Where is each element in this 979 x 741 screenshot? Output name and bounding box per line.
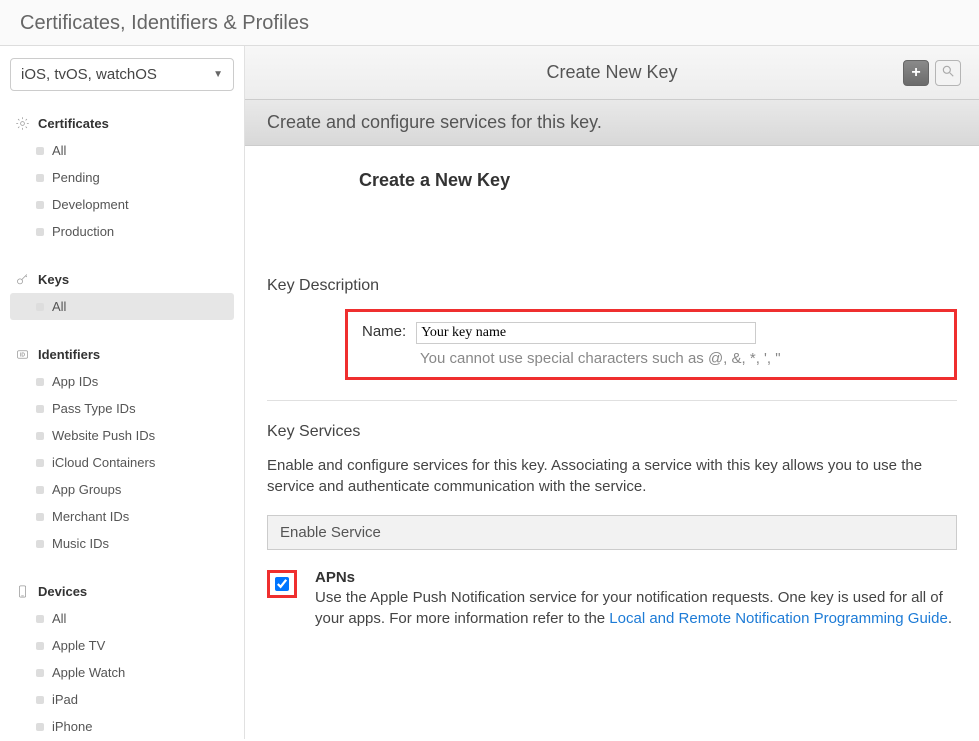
sidebar-item-app-ids[interactable]: App IDs [10,368,234,395]
main-title: Create New Key [546,62,677,83]
sidebar-item-label: All [52,299,66,314]
sidebar: iOS, tvOS, watchOS ▼ Certificates All Pe… [0,46,245,739]
bullet-icon [36,147,44,155]
page-title: Certificates, Identifiers & Profiles [0,0,979,46]
apns-doc-link[interactable]: Local and Remote Notification Programmin… [609,610,948,627]
sidebar-section-devices[interactable]: Devices [10,577,234,605]
sidebar-item-label: Production [52,224,114,239]
bullet-icon [36,642,44,650]
divider [267,400,957,401]
sidebar-item-certificates-development[interactable]: Development [10,191,234,218]
sidebar-section-label: Keys [38,272,69,287]
sidebar-item-apple-watch[interactable]: Apple Watch [10,659,234,686]
sidebar-item-certificates-pending[interactable]: Pending [10,164,234,191]
sidebar-item-label: Pending [52,170,100,185]
platform-selector-label: iOS, tvOS, watchOS [21,66,157,83]
bullet-icon [36,696,44,704]
name-hint: You cannot use special characters such a… [420,350,940,367]
key-name-input[interactable] [416,322,756,344]
sidebar-section-identifiers[interactable]: ID Identifiers [10,340,234,368]
bullet-icon [36,303,44,311]
add-button[interactable]: + [903,60,929,86]
sidebar-section-label: Devices [38,584,87,599]
sidebar-item-certificates-all[interactable]: All [10,137,234,164]
sidebar-item-label: Music IDs [52,536,109,551]
search-icon [941,64,955,81]
apns-checkbox-highlight [267,570,297,598]
service-row-apns: APNs Use the Apple Push Notification ser… [267,568,957,629]
sidebar-item-label: App IDs [52,374,98,389]
id-icon: ID [14,346,30,362]
bullet-icon [36,486,44,494]
chevron-down-icon: ▼ [213,69,223,80]
sidebar-section-keys[interactable]: Keys [10,265,234,293]
bullet-icon [36,228,44,236]
search-button[interactable] [935,60,961,86]
bullet-icon [36,723,44,731]
sidebar-item-pass-type-ids[interactable]: Pass Type IDs [10,395,234,422]
device-icon [14,583,30,599]
sidebar-item-label: Apple TV [52,638,105,653]
sidebar-item-apple-tv[interactable]: Apple TV [10,632,234,659]
bullet-icon [36,615,44,623]
main-panel: Create New Key + Create and configure se… [245,46,979,739]
bullet-icon [36,540,44,548]
gear-icon [14,115,30,131]
sidebar-item-label: App Groups [52,482,121,497]
sidebar-item-label: Pass Type IDs [52,401,136,416]
bullet-icon [36,201,44,209]
sidebar-item-website-push-ids[interactable]: Website Push IDs [10,422,234,449]
sidebar-item-devices-all[interactable]: All [10,605,234,632]
sidebar-item-iphone[interactable]: iPhone [10,713,234,740]
sidebar-item-keys-all[interactable]: All [10,293,234,320]
sidebar-item-label: iPhone [52,719,92,734]
sidebar-item-label: Website Push IDs [52,428,155,443]
enable-service-header: Enable Service [267,515,957,550]
sidebar-item-label: Apple Watch [52,665,125,680]
name-label: Name: [362,323,406,340]
sidebar-item-label: iCloud Containers [52,455,155,470]
apns-checkbox[interactable] [275,577,289,591]
svg-text:ID: ID [20,352,25,358]
key-services-heading: Key Services [267,423,957,441]
sidebar-item-label: Merchant IDs [52,509,129,524]
sidebar-section-certificates[interactable]: Certificates [10,109,234,137]
sidebar-item-label: iPad [52,692,78,707]
bullet-icon [36,669,44,677]
bullet-icon [36,432,44,440]
sidebar-item-merchant-ids[interactable]: Merchant IDs [10,503,234,530]
content-title: Create a New Key [359,170,957,191]
sidebar-item-music-ids[interactable]: Music IDs [10,530,234,557]
key-description-heading: Key Description [267,277,957,295]
apns-name: APNs [315,568,957,588]
platform-selector[interactable]: iOS, tvOS, watchOS ▼ [10,58,234,91]
sidebar-item-label: All [52,143,66,158]
key-description-highlight: Name: You cannot use special characters … [345,309,957,380]
content-area: Create a New Key Key Description Name: Y… [245,146,979,739]
bullet-icon [36,174,44,182]
bullet-icon [36,513,44,521]
key-icon [14,271,30,287]
sidebar-item-certificates-production[interactable]: Production [10,218,234,245]
main-header: Create New Key + [245,46,979,100]
sidebar-item-label: All [52,611,66,626]
sidebar-item-label: Development [52,197,129,212]
bullet-icon [36,378,44,386]
sidebar-section-label: Certificates [38,116,109,131]
sub-banner: Create and configure services for this k… [245,100,979,146]
sidebar-item-ipad[interactable]: iPad [10,686,234,713]
apns-description-end: . [948,610,952,627]
key-services-description: Enable and configure services for this k… [267,455,957,497]
sidebar-item-app-groups[interactable]: App Groups [10,476,234,503]
sidebar-item-icloud-containers[interactable]: iCloud Containers [10,449,234,476]
bullet-icon [36,459,44,467]
sidebar-section-label: Identifiers [38,347,100,362]
bullet-icon [36,405,44,413]
